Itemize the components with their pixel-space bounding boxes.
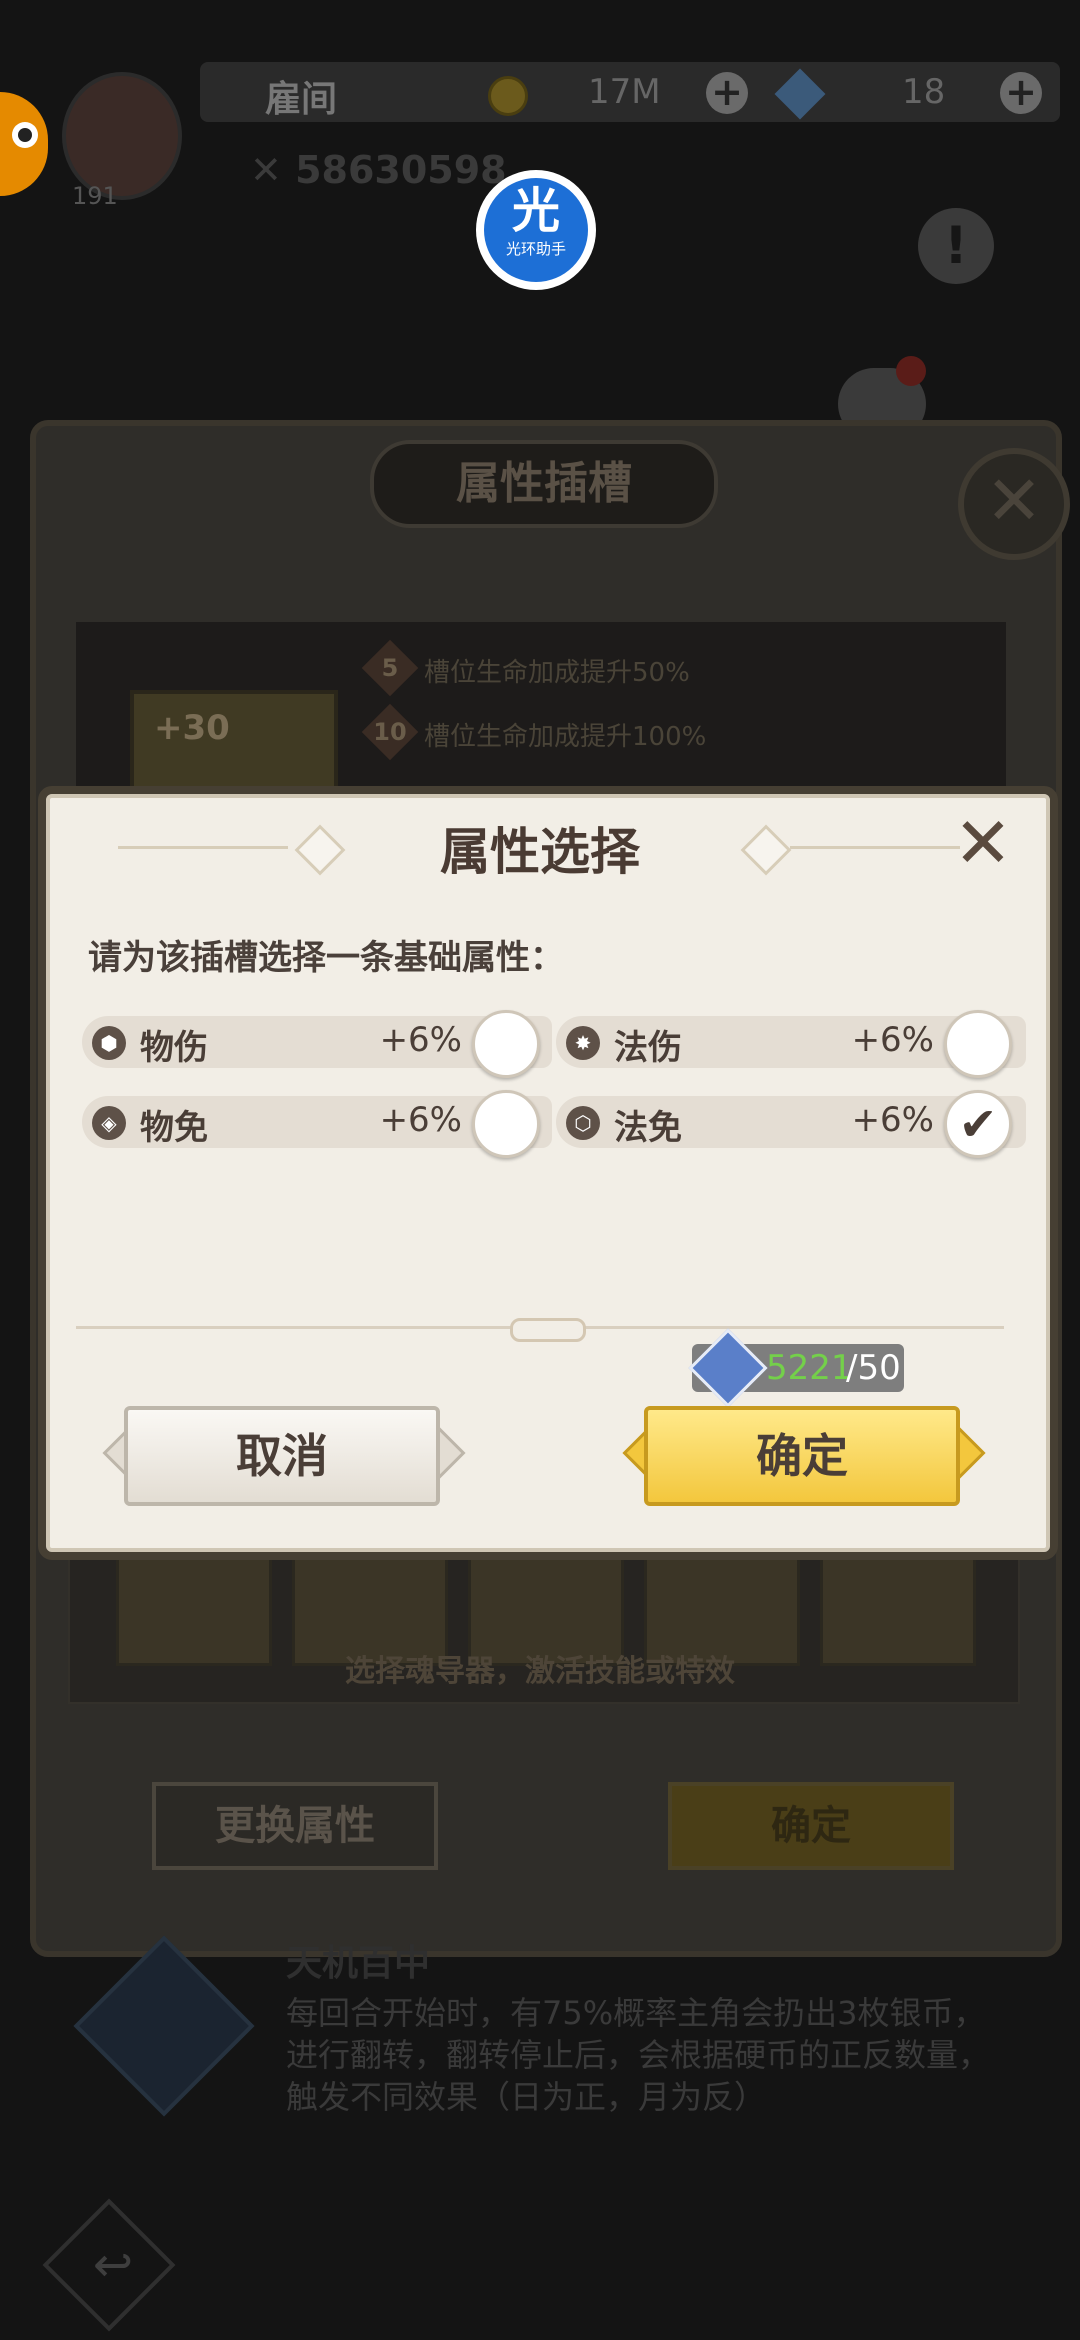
gold-amount: 17M (588, 72, 661, 112)
option-value: +6% (851, 1100, 934, 1140)
helper-label: 光环助手 (505, 240, 566, 258)
bonus-line-2: 槽位生命加成提升100% (424, 722, 707, 752)
bonus-level-2: 10 (373, 718, 407, 746)
option-label: 物免 (140, 1108, 208, 1148)
pet-pupil (18, 128, 32, 142)
option-radio[interactable] (944, 1010, 1012, 1078)
back-arrow-icon[interactable]: ↩ (70, 2222, 156, 2308)
slot-card-plus: +30 (154, 708, 230, 748)
combat-power: ✕ 58630598 (250, 148, 507, 192)
cancel-button[interactable]: 取消 (124, 1406, 440, 1506)
physical-damage-icon: ⬢ (92, 1026, 126, 1060)
magic-resist-icon: ⬡ (566, 1106, 600, 1140)
skill-shield-icon (73, 1935, 255, 2117)
dialog-title: 属性选择 (440, 823, 640, 881)
confirm-button[interactable]: 确定 (644, 1406, 960, 1506)
combat-power-value: 58630598 (295, 148, 507, 192)
skill-description: 每回合开始时，有75%概率主角会扔出3枚银币，进行翻转，翻转停止后，会根据硬币的… (286, 1994, 991, 2116)
gold-coin-icon (488, 76, 528, 116)
bonus-level-1: 5 (381, 654, 399, 682)
option-radio[interactable] (472, 1010, 540, 1078)
swap-attribute-button[interactable]: 更换属性 (152, 1782, 438, 1870)
option-label: 法伤 (614, 1028, 682, 1068)
option-label: 物伤 (140, 1028, 208, 1068)
option-radio[interactable] (472, 1090, 540, 1158)
option-radio-checked[interactable]: ✔ (944, 1090, 1012, 1158)
option-value: +6% (379, 1100, 462, 1140)
player-level: 191 (72, 182, 118, 210)
panel-title: 属性插槽 (370, 440, 718, 528)
panel-confirm-button[interactable]: 确定 (668, 1782, 954, 1870)
panel-close-icon[interactable]: ✕ (958, 448, 1070, 560)
resource-have: 5221 (766, 1348, 853, 1388)
warning-icon[interactable]: ! (918, 208, 994, 284)
physical-resist-icon: ◈ (92, 1106, 126, 1140)
player-avatar[interactable] (62, 72, 182, 200)
chat-notification-dot (896, 356, 926, 386)
add-diamond-button[interactable]: + (1000, 72, 1042, 114)
resource-need: /50 (846, 1348, 901, 1388)
option-value: +6% (851, 1020, 934, 1060)
add-gold-button[interactable]: + (706, 72, 748, 114)
divider-ornament (510, 1318, 586, 1342)
player-name: 雇间 (265, 79, 338, 120)
helper-app-icon[interactable]: 光 光环助手 (484, 178, 588, 282)
option-label: 法免 (614, 1108, 682, 1148)
dialog-prompt: 请为该插槽选择一条基础属性： (88, 938, 564, 978)
magic-damage-icon: ✸ (566, 1026, 600, 1060)
skill-title: 天机百中 (286, 1943, 431, 1984)
diamond-amount: 18 (902, 72, 946, 112)
option-value: +6% (379, 1020, 462, 1060)
helper-glyph: 光 (511, 183, 560, 239)
soul-device-hint: 选择魂导器，激活技能或特效 (345, 1654, 735, 1689)
close-icon[interactable]: ✕ (950, 808, 1016, 878)
bonus-line-1: 槽位生命加成提升50% (424, 658, 690, 688)
